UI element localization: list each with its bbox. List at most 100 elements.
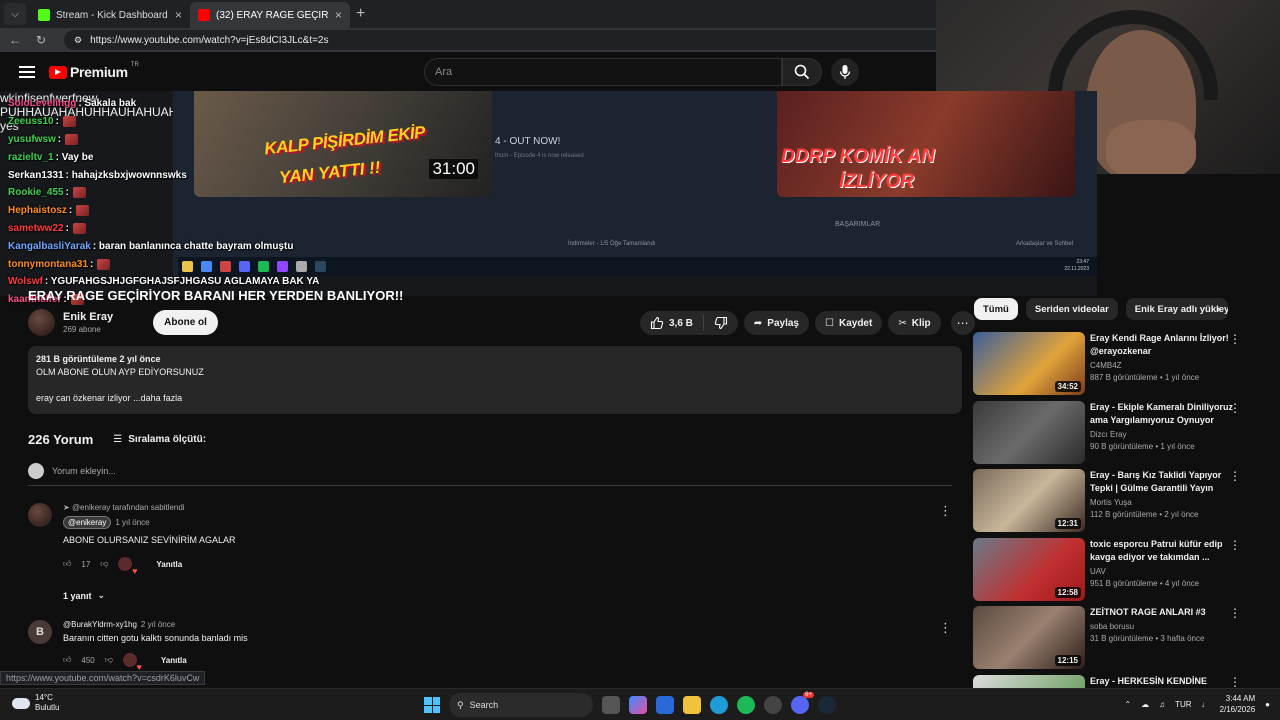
subscribe-button[interactable]: Abone ol [153,310,218,335]
taskbar-search[interactable]: ⚲ Search [449,693,593,717]
close-icon[interactable]: × [335,8,342,22]
more-actions-button[interactable]: ⋯ [950,311,975,335]
more-vertical-icon[interactable]: ⋮ [1229,538,1241,552]
edge-icon[interactable] [710,696,728,714]
weather-widget[interactable]: 14°C Bulutlu [12,693,59,713]
more-vertical-icon[interactable]: ⋮ [1229,401,1241,415]
channel-avatar[interactable] [28,309,55,336]
steam-icon[interactable] [818,696,836,714]
new-tab-button[interactable]: + [356,5,365,23]
more-vertical-icon[interactable]: ⋮ [1229,469,1241,483]
url-field[interactable]: ⚙ https://www.youtube.com/watch?v=jEs8dC… [64,30,944,50]
pinned-text: @enikeray tarafından sabitlendi [71,503,185,512]
tab-search-button[interactable]: ⌵ [4,3,26,25]
add-comment-row[interactable]: Yorum ekleyin... [28,463,952,486]
chat-text: : [90,258,94,270]
video-title[interactable]: Eray - Ekiple Kameralı Diniliyoruz ama Y… [1090,401,1240,427]
windows-start-icon[interactable] [424,697,440,713]
chip-series[interactable]: Seriden videolar [1025,298,1118,320]
thumbs-down-icon[interactable]: 👎︎ [105,655,113,665]
like-button[interactable]: 3,6 B [640,311,703,335]
share-button[interactable]: ➦ Paylaş [743,311,809,335]
notification-icon[interactable]: ● [1265,700,1270,709]
comment-menu-icon[interactable]: ⋮ [939,620,952,636]
video-title[interactable]: Eray - HERKESİN KENDİNE [1090,675,1240,688]
reply-button[interactable]: Yanıtla [161,656,187,665]
menu-icon[interactable] [19,66,35,78]
tab-youtube-video[interactable]: (32) ERAY RAGE GEÇİRİYOR BARAN × [190,2,350,28]
more-vertical-icon[interactable]: ⋮ [1229,332,1241,346]
video-title[interactable]: toxic esporcu Patrui küfür edip kavga ed… [1090,538,1240,564]
recommended-video[interactable]: 12:15 ZEİTNOT RAGE ANLARI #3 soba borusu 31… [973,606,1269,669]
copilot-icon[interactable] [629,696,647,714]
voice-search-button[interactable] [831,58,859,86]
search-button[interactable] [782,58,822,86]
tab-title: Stream - Kick Dashboard [56,9,168,21]
channel-name[interactable]: Enik Eray [63,311,113,323]
clip-button[interactable]: ✂ Klip [888,311,941,335]
video-channel[interactable]: Dizcı Eray [1090,430,1240,439]
save-button[interactable]: ☐ Kaydet [815,311,883,335]
wifi-icon[interactable]: ☁ [1141,700,1149,709]
more-vertical-icon[interactable]: ⋮ [1229,675,1241,689]
back-arrow-icon[interactable]: ← [8,33,22,47]
comment-time[interactable]: 2 yıl önce [141,620,175,629]
video-thumbnail[interactable]: 12:58 [973,537,1085,601]
site-info-icon[interactable]: ⚙ [74,35,82,46]
file-explorer-icon[interactable] [683,696,701,714]
video-thumbnail[interactable]: 12:15 [973,606,1085,669]
video-thumbnail[interactable] [973,400,1085,464]
recommended-video[interactable]: 12:58 toxic esporcu Patrui küfür edip kav… [973,537,1269,601]
reply-button[interactable]: Yanıtla [156,560,182,569]
more-vertical-icon[interactable]: ⋮ [1229,606,1241,620]
chip-uploader[interactable]: Enik Eray adlı yükleyi [1125,298,1228,320]
view-replies-button[interactable]: 1 yanıt ⌄ [63,590,105,601]
recommended-video[interactable]: 34:52 Eray Kendi Rage Anlarını İzliyor! @… [973,332,1269,395]
chip-all[interactable]: Tümü [974,298,1018,320]
recommended-video[interactable]: 12:31 Eray - Barış Kız Taklidi Yapıyor Te… [973,469,1269,532]
mic-icon[interactable]: ♫ [1159,700,1165,709]
chevron-up-icon[interactable]: ⌃ [1124,700,1131,709]
chevron-right-icon[interactable]: › [1216,301,1220,316]
comment-menu-icon[interactable]: ⋮ [939,503,952,519]
comment-avatar[interactable] [28,503,52,527]
video-thumbnail[interactable]: 12:31 [973,469,1085,532]
store-icon[interactable] [656,696,674,714]
dislike-button[interactable] [704,311,738,335]
video-duration: 34:52 [1054,381,1081,392]
comment-time[interactable]: 1 yıl önce [115,518,149,527]
video-channel[interactable]: UAV [1090,567,1240,576]
comment-author[interactable]: @enikeray [63,516,112,529]
youtube-logo[interactable]: Premium TR [49,62,139,80]
language[interactable]: TUR [1175,700,1191,709]
close-icon[interactable]: × [175,8,182,22]
comment-author[interactable]: @BurakYldrm-xy1hg [63,620,137,629]
video-channel[interactable]: C4MB4Z [1090,361,1240,370]
thumbs-up-icon[interactable]: 👍︎ [63,559,71,569]
search-input[interactable]: Ara [424,58,782,86]
user-avatar [28,463,44,479]
thumbs-up-icon[interactable]: 👍︎ [63,655,71,665]
tab-kick-dashboard[interactable]: Stream - Kick Dashboard × [30,2,190,28]
sort-icon: ☰ [113,434,123,445]
video-thumbnail[interactable]: 34:52 [973,332,1085,395]
speaker-icon[interactable]: ♩ [1202,700,1210,709]
video-title[interactable]: ZEİTNOT RAGE ANLARI #3 [1090,606,1240,619]
spotify-icon[interactable] [737,696,755,714]
recommended-video[interactable]: Eray - Ekiple Kameralı Diniliyoruz ama Y… [973,400,1269,464]
task-view-icon[interactable] [602,696,620,714]
comment-input[interactable]: Yorum ekleyin... [52,466,116,476]
video-channel[interactable]: Mortis Yuşa [1090,498,1240,507]
thumbs-down-icon[interactable]: 👎︎ [100,559,108,569]
app-icon[interactable] [764,696,782,714]
comment-avatar[interactable]: B [28,620,52,644]
video-title[interactable]: Eray Kendi Rage Anlarını İzliyor! @erayo… [1090,332,1240,358]
show-more-link[interactable]: ...daha fazla [133,393,182,403]
sort-button[interactable]: ☰ Sıralama ölçütü: [113,434,206,445]
discord-icon[interactable]: 6+ [791,692,814,714]
video-title[interactable]: Eray - Barış Kız Taklidi Yapıyor Tepki |… [1090,469,1240,495]
clock[interactable]: 3:44 AM 2/16/2026 [1220,693,1256,715]
video-description[interactable]: 281 B görüntüleme 2 yıl önce OLM ABONE O… [28,346,962,414]
video-channel[interactable]: soba borusu [1090,622,1240,631]
reload-icon[interactable]: ↻ [34,33,48,47]
